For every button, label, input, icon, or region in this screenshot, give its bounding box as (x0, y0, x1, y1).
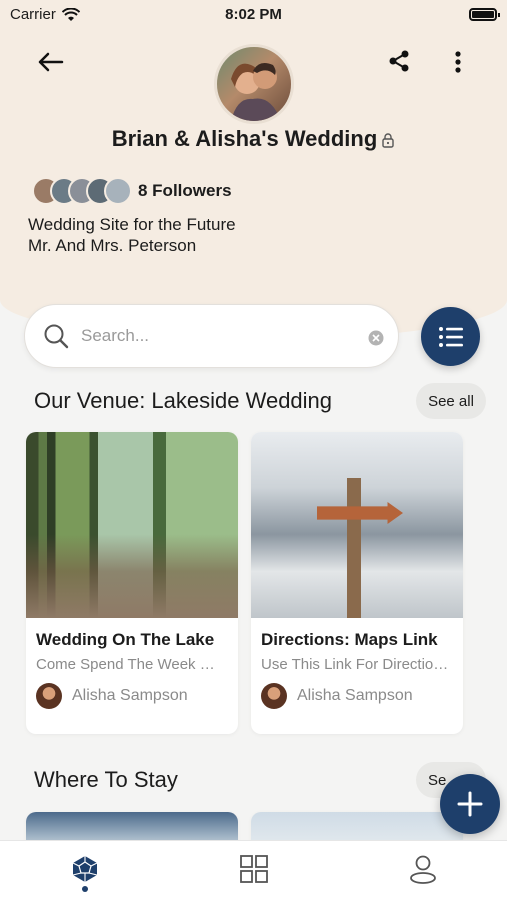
follower-avatar (104, 177, 132, 205)
card-author: Alisha Sampson (251, 673, 463, 709)
tab-profile[interactable] (403, 849, 443, 889)
card-title: Directions: Maps Link (261, 630, 438, 649)
share-button[interactable] (386, 48, 412, 74)
plus-icon (457, 791, 483, 817)
card-subtitle: Come Spend The Week Wi... (36, 656, 230, 673)
stay-section-title: Where To Stay (34, 767, 178, 792)
list-icon (438, 326, 463, 347)
venue-card[interactable]: Wedding On The Lake Come Spend The Week … (26, 432, 238, 734)
author-name: Alisha Sampson (72, 687, 188, 704)
tab-bar (0, 840, 507, 900)
author-name: Alisha Sampson (297, 687, 413, 704)
search-input[interactable] (81, 326, 351, 346)
add-button[interactable] (440, 774, 500, 834)
card-author: Alisha Sampson (26, 673, 238, 709)
author-avatar (36, 683, 62, 709)
search-icon (44, 324, 69, 349)
venue-see-all-button[interactable]: See all (416, 383, 486, 419)
arrow-left-icon (38, 52, 64, 72)
venue-section-title: Our Venue: Lakeside Wedding (34, 388, 333, 413)
dodecahedron-icon (72, 856, 98, 882)
status-bar: Carrier 8:02 PM (0, 0, 507, 30)
back-button[interactable] (36, 50, 66, 74)
user-icon (410, 855, 436, 884)
page-title: Brian & Alisha's Wedding (0, 126, 507, 152)
followers-count: 8 Followers (138, 181, 232, 200)
venue-card[interactable]: Directions: Maps Link Use This Link For … (251, 432, 463, 734)
card-title: Wedding On The Lake (36, 630, 215, 649)
battery-icon (469, 8, 500, 21)
card-image (26, 432, 238, 618)
more-options-button[interactable] (446, 48, 470, 76)
status-time: 8:02 PM (225, 6, 282, 23)
vertical-dots-icon (455, 51, 461, 73)
card-image (251, 432, 463, 618)
lock-icon (382, 133, 394, 148)
clear-icon[interactable] (368, 330, 384, 346)
share-icon (389, 50, 409, 72)
author-avatar (261, 683, 287, 709)
site-description: Wedding Site for the Future Mr. And Mrs.… (28, 215, 236, 255)
card-subtitle: Use This Link For Direction... (261, 656, 455, 673)
tab-grid[interactable] (234, 849, 274, 889)
grid-icon (240, 855, 268, 883)
tab-home[interactable] (65, 849, 105, 889)
active-tab-indicator (82, 886, 88, 892)
list-view-button[interactable] (421, 307, 480, 366)
couple-avatar (214, 44, 294, 124)
followers-row[interactable]: 8 Followers (32, 177, 232, 205)
search-bar[interactable] (24, 304, 399, 368)
